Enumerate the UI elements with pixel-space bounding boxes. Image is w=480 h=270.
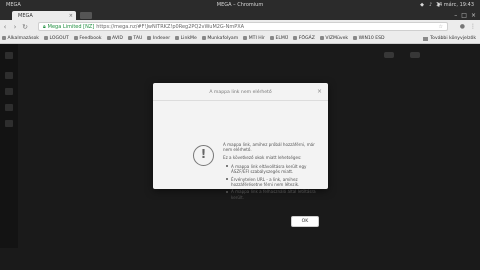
dock [0, 248, 18, 270]
bookmark-item[interactable]: FŐGÁZ [293, 36, 315, 41]
ok-button[interactable]: OK [291, 216, 319, 227]
extension-icon[interactable]: ● [460, 23, 465, 30]
browser-toolbar: ‹ › ↻ 🔒︎ Mega Limited [NZ] https://mega.… [0, 20, 480, 33]
bookmark-item[interactable]: Indexer [147, 36, 170, 41]
bookmark-icon [147, 36, 152, 40]
bookmark-item[interactable]: ELMŰ [269, 36, 288, 41]
bookmark-icon [106, 36, 111, 40]
apps-icon [2, 36, 6, 40]
tab-label: MEGA [18, 12, 33, 19]
bookmark-item[interactable]: LOGOUT [43, 36, 69, 41]
clock: 14 márc, 19:43 [435, 2, 474, 8]
maximize-icon[interactable]: □ [461, 12, 467, 19]
site-identity: Mega Limited [NZ] [47, 23, 95, 30]
bookmark-item[interactable]: LinkMe [175, 36, 197, 41]
bookmark-item[interactable]: MTI Hír [243, 36, 265, 41]
bookmark-item[interactable]: Alkalmazások [2, 36, 39, 41]
address-bar[interactable]: 🔒︎ Mega Limited [NZ] https://mega.nz/#F!… [38, 22, 448, 31]
menu-icon[interactable]: ⋮ [470, 23, 476, 30]
back-icon[interactable]: ‹ [0, 23, 10, 31]
window-controls: – □ × [454, 12, 476, 19]
other-bookmarks-folder[interactable]: További könyvjelzők [423, 36, 476, 41]
volume-icon[interactable]: ♪ [429, 2, 432, 8]
bookmarks-bar: Alkalmazások LOGOUT Feedbook AVID TAU In… [0, 33, 480, 44]
close-icon[interactable]: × [317, 88, 322, 95]
forward-icon[interactable]: › [10, 23, 20, 31]
close-window-icon[interactable]: × [471, 12, 476, 19]
folder-icon [423, 36, 429, 41]
bookmark-icon [175, 36, 180, 40]
bookmark-star-icon[interactable]: ☆ [439, 24, 443, 30]
bookmark-icon [243, 36, 248, 40]
network-icon[interactable]: ◆ [420, 2, 424, 8]
bookmark-icon [73, 36, 78, 40]
dialog-title: A mappa link nem elérhető [209, 90, 272, 95]
bookmark-icon [353, 36, 358, 40]
bookmark-icon [201, 36, 206, 40]
browser-tab[interactable]: MEGA × [12, 11, 76, 20]
bookmark-item[interactable]: WIN10 ESD [353, 36, 385, 41]
reload-icon[interactable]: ↻ [20, 23, 30, 31]
lock-icon[interactable]: 🔒︎ [43, 24, 46, 30]
dialog-intro: A mappa link, amihez próbál hozzáférni, … [223, 142, 315, 153]
bookmark-item[interactable]: VIZMüvek [319, 36, 348, 41]
reason-item: A mappa link eltávolításra került egy ÁS… [225, 164, 323, 174]
bookmark-item[interactable]: TAU [127, 36, 142, 41]
bookmark-item[interactable]: Feedbook [73, 36, 102, 41]
tab-strip: MEGA × – □ × [0, 10, 480, 20]
bookmark-icon [269, 36, 274, 40]
reason-item: Érvénytelen URL - a link, amihez hozzáfé… [225, 177, 323, 187]
new-tab-button[interactable] [80, 12, 92, 19]
window-title: MEGA – Chromium [216, 2, 264, 8]
dialog-reasons-lead: Ez a következő okok miatt lehetséges: [223, 155, 302, 161]
tab-close-icon[interactable]: × [69, 13, 73, 19]
bookmark-icon [43, 36, 48, 40]
reason-item: A mappa link a felhasználó által letiltá… [225, 189, 323, 200]
bookmark-icon [319, 36, 324, 40]
bookmark-item[interactable]: Munkafolyam [201, 36, 238, 41]
tab-title: MEGA [6, 2, 21, 8]
warning-icon: ! [193, 145, 214, 166]
divider [153, 100, 328, 101]
bookmark-icon [293, 36, 298, 40]
reasons-list: A mappa link eltávolításra került egy ÁS… [223, 164, 323, 200]
bookmark-item[interactable]: AVID [106, 36, 123, 41]
minimize-icon[interactable]: – [454, 12, 457, 19]
system-bar: MEGA MEGA – Chromium ◆ ♪ ▮ 14 márc, 19:4… [0, 0, 480, 10]
bookmark-icon [127, 36, 132, 40]
url-text: https://mega.nz/#F!JwNlTRKZ!p0Reg2PQ2vWu… [96, 23, 245, 30]
toolbar-actions: ● ⋮ [460, 23, 476, 30]
dialog-message: A mappa link, amihez próbál hozzáférni, … [223, 142, 323, 202]
